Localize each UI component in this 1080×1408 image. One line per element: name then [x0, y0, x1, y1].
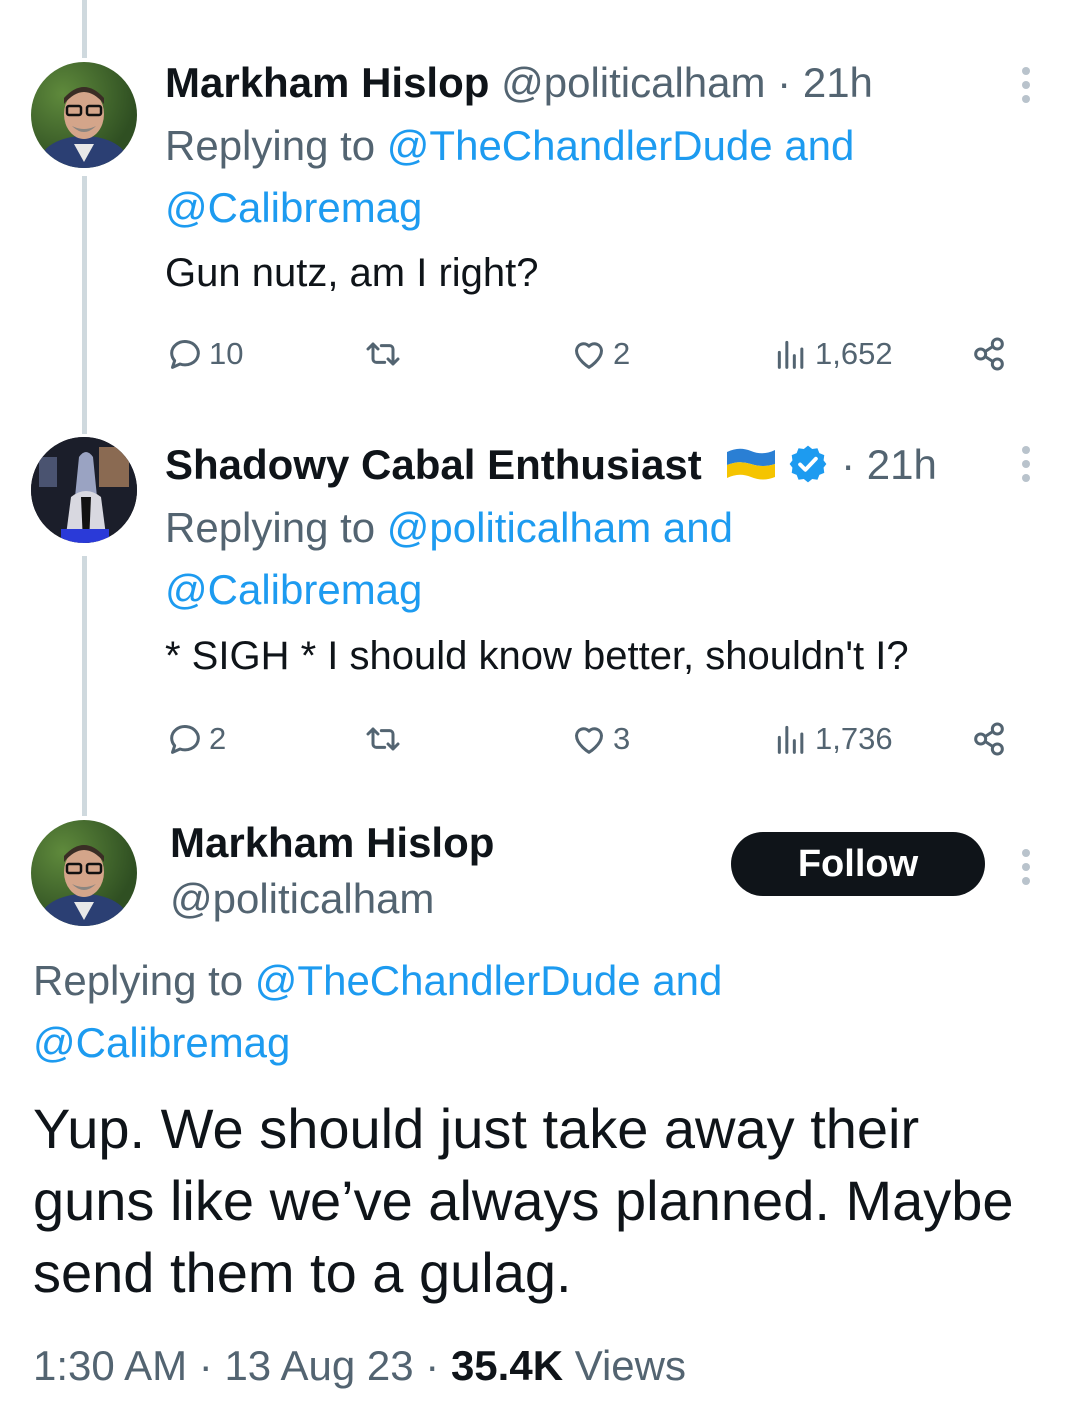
thread-line-1: [82, 176, 87, 434]
replying-to-cont: @Calibremag: [33, 1012, 290, 1074]
views-label: Views: [563, 1342, 686, 1389]
more-options-icon[interactable]: [1021, 67, 1031, 109]
share-button[interactable]: [969, 714, 1013, 764]
timestamp[interactable]: 21h: [867, 441, 937, 488]
tweet-text: Yup. We should just take away their guns…: [33, 1093, 1014, 1309]
reply-count: 10: [209, 336, 244, 371]
mention-link[interactable]: @Calibremag: [33, 1019, 290, 1066]
views-chart-icon: [777, 340, 804, 369]
display-name[interactable]: Markham Hislop: [170, 818, 494, 868]
reply-header: Shadowy Cabal Enthusiast · 21h: [165, 440, 937, 490]
separator: ·: [829, 441, 867, 488]
avatar[interactable]: [31, 437, 137, 543]
replying-to: Replying to @TheChandlerDude and: [33, 950, 722, 1012]
tweet-meta: 1:30 AM · 13 Aug 23 · 35.4K Views: [33, 1340, 686, 1392]
tweet-time[interactable]: 1:30 AM: [33, 1342, 187, 1389]
view-count: 1,652: [815, 336, 893, 371]
views-button[interactable]: 1,652: [771, 329, 893, 379]
views-chart-icon: [777, 725, 804, 754]
mention-link[interactable]: @politicalham and: [387, 504, 733, 551]
separator: ·: [413, 1342, 451, 1389]
tweet-text: Gun nutz, am I right?: [165, 251, 539, 295]
replying-prefix: Replying to: [165, 504, 387, 551]
like-count: 3: [613, 721, 631, 756]
reply-icon: [170, 725, 200, 754]
views-button[interactable]: 1,736: [771, 714, 893, 764]
follow-button[interactable]: Follow: [731, 832, 985, 896]
avatar[interactable]: [31, 820, 137, 926]
ukraine-flag-icon: [727, 448, 776, 480]
avatar[interactable]: [31, 62, 137, 168]
mention-link[interactable]: @Calibremag: [165, 566, 422, 613]
replying-prefix: Replying to: [165, 122, 387, 169]
replying-prefix: Replying to: [33, 957, 255, 1004]
timestamp[interactable]: 21h: [803, 59, 873, 106]
reply-count: 2: [209, 721, 227, 756]
view-count: 1,736: [815, 721, 893, 756]
thread-line-2: [82, 556, 87, 816]
replying-to: Replying to @TheChandlerDude and: [165, 115, 854, 177]
retweet-icon: [366, 342, 400, 366]
retweet-icon: [366, 727, 400, 751]
heart-icon: [575, 342, 603, 369]
mention-link[interactable]: @TheChandlerDude and: [255, 957, 723, 1004]
retweet-button[interactable]: [363, 714, 407, 764]
action-bar: 2 3 1,736: [165, 714, 1015, 764]
tweet-text-line: send them to a gulag.: [33, 1241, 572, 1304]
replying-to-cont: @Calibremag: [165, 559, 422, 621]
display-name[interactable]: Shadowy Cabal Enthusiast: [165, 441, 702, 488]
separator: ·: [765, 59, 803, 106]
like-button[interactable]: 2: [569, 329, 630, 379]
handle[interactable]: @politicalham: [501, 59, 765, 106]
thread-line-top: [82, 0, 87, 58]
share-icon: [974, 722, 1004, 756]
tweet-date[interactable]: 13 Aug 23: [224, 1342, 413, 1389]
tweet-text-line: guns like we’ve always planned. Maybe: [33, 1169, 1014, 1232]
like-button[interactable]: 3: [569, 714, 630, 764]
reply-button[interactable]: 10: [165, 329, 243, 379]
verified-badge-icon: [790, 445, 827, 483]
replying-to: Replying to @politicalham and: [165, 497, 733, 559]
tweet-text: * SIGH * I should know better, shouldn't…: [165, 634, 909, 678]
replying-to-cont: @Calibremag: [165, 177, 422, 239]
share-button[interactable]: [969, 329, 1013, 379]
more-options-icon[interactable]: [1021, 849, 1031, 891]
reply-icon: [170, 340, 200, 369]
separator: ·: [187, 1342, 225, 1389]
share-icon: [974, 337, 1004, 371]
reply-button[interactable]: 2: [165, 714, 226, 764]
views-count: 35.4K: [450, 1342, 564, 1389]
action-bar: 10 2 1,652: [165, 329, 1015, 379]
reply-header: Markham Hislop @politicalham · 21h: [165, 58, 873, 108]
heart-icon: [575, 727, 603, 754]
mention-link[interactable]: @Calibremag: [165, 184, 422, 231]
more-options-icon[interactable]: [1021, 446, 1031, 488]
mention-link[interactable]: @TheChandlerDude and: [387, 122, 855, 169]
display-name[interactable]: Markham Hislop: [165, 59, 489, 106]
retweet-button[interactable]: [363, 329, 407, 379]
like-count: 2: [613, 336, 631, 371]
tweet-text-line: Yup. We should just take away their: [33, 1097, 920, 1160]
handle[interactable]: @politicalham: [170, 874, 434, 924]
